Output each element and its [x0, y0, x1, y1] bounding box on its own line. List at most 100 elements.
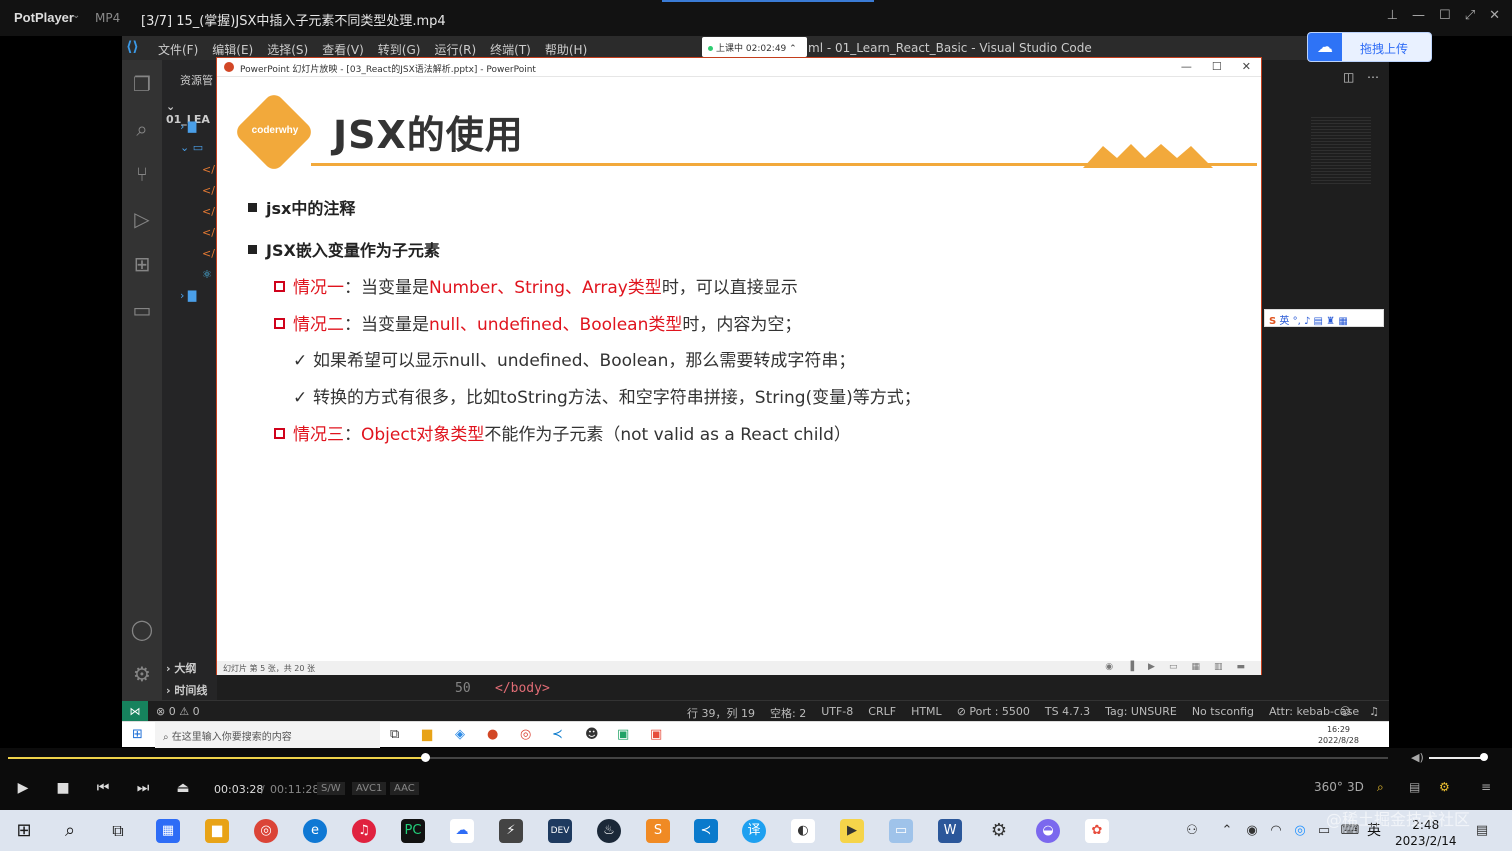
keyboard-icon[interactable]: ▤ — [1314, 316, 1323, 327]
feedback-icon[interactable]: ☺ — [1340, 705, 1351, 718]
search-icon[interactable]: ⌕ — [1377, 780, 1384, 795]
playlist-icon[interactable]: ▤ — [1409, 780, 1420, 794]
app-icon[interactable]: ▣ — [650, 727, 662, 742]
store-icon[interactable]: ▦ — [156, 819, 180, 843]
3d-icon[interactable]: 3D — [1347, 780, 1364, 794]
menu-goto[interactable]: 转到(G) — [378, 41, 421, 58]
close-icon[interactable]: ✕ — [1489, 8, 1500, 23]
menu-view[interactable]: 查看(V) — [322, 41, 364, 58]
menu-icon[interactable]: ≡ — [1481, 780, 1491, 794]
player-brand[interactable]: PotPlayer — [14, 10, 74, 25]
punctuation-icon[interactable]: °, — [1293, 316, 1301, 327]
powerpoint-icon[interactable]: ● — [487, 727, 498, 742]
minimize-icon[interactable]: — — [1412, 8, 1425, 23]
menu-file[interactable]: 文件(F) — [158, 41, 198, 58]
netease-music-icon[interactable]: ♫ — [352, 819, 376, 843]
pycharm-icon[interactable]: PC — [401, 819, 425, 843]
reading-view-icon[interactable]: ▥ — [1214, 662, 1223, 672]
pin-icon[interactable]: ⊥ — [1387, 8, 1398, 23]
settings-gear-icon[interactable]: ⚙ — [1439, 780, 1450, 794]
vscode-icon[interactable]: ≺ — [552, 727, 563, 742]
folder-icon[interactable]: ▆ — [422, 727, 432, 742]
translate-icon[interactable]: 译 — [742, 819, 766, 843]
app-icon[interactable]: ✿ — [1085, 819, 1109, 843]
seek-handle[interactable] — [420, 753, 430, 762]
app-icon[interactable]: ▣ — [617, 727, 629, 742]
previous-icon[interactable]: ◉ — [1105, 662, 1113, 672]
chrome-icon[interactable]: ◎ — [254, 819, 278, 843]
toolbox-icon[interactable]: ▦ — [1338, 316, 1347, 327]
tray-app-icon[interactable]: ◎ — [1288, 819, 1312, 843]
account-icon[interactable]: ◯ — [130, 617, 154, 641]
notes-icon[interactable]: ▐ — [1127, 662, 1134, 672]
slide[interactable]: coderwhy JSX的使用 jsx中的注释 JSX嵌入变量作为子元素 情况一… — [221, 78, 1257, 660]
previous-icon[interactable]: ⏮ — [94, 780, 112, 796]
status-ts-version[interactable]: TS 4.7.3 — [1045, 705, 1090, 721]
chevron-up-icon[interactable]: ⌃ — [789, 44, 797, 54]
menu-run[interactable]: 运行(R) — [434, 41, 476, 58]
edge-icon[interactable]: e — [303, 819, 327, 843]
player-title-bar[interactable]: PotPlayer ⌄ MP4 [3/7] 15_(掌握)JSX中插入子元素不同… — [0, 0, 1512, 36]
upload-button[interactable]: ☁ 拖拽上传 — [1307, 32, 1432, 62]
word-icon[interactable]: W — [938, 819, 962, 843]
explorer-icon[interactable]: ❐ — [130, 72, 154, 96]
app-icon[interactable]: ▭ — [889, 819, 913, 843]
menu-edit[interactable]: 编辑(E) — [212, 41, 253, 58]
folder-icon[interactable]: › ▇ — [180, 120, 196, 133]
timeline-section[interactable]: › 时间线 — [166, 682, 207, 698]
fullscreen-icon[interactable]: ⤢ — [1465, 8, 1475, 23]
next-icon[interactable]: ⏭ — [134, 780, 152, 796]
notifications-bell-icon[interactable]: ♫ — [1369, 705, 1379, 718]
task-view-icon[interactable]: ⧉ — [106, 819, 130, 843]
tray-app-icon[interactable]: ◉ — [1240, 819, 1264, 843]
search-icon[interactable]: ⌕ — [58, 819, 82, 843]
status-cursor-position[interactable]: 行 39，列 19 — [687, 705, 755, 721]
status-eol[interactable]: CRLF — [868, 705, 896, 721]
minimap[interactable] — [1311, 115, 1371, 185]
app-bolt-icon[interactable]: ⚡ — [499, 819, 523, 843]
volume-handle[interactable] — [1480, 753, 1488, 761]
vscode-icon[interactable]: ≺ — [694, 819, 718, 843]
baidu-netdisk-icon[interactable]: ☁ — [450, 819, 474, 843]
more-actions-icon[interactable]: ⋯ — [1367, 70, 1379, 84]
folder-open-icon[interactable]: ⌄ ▭ — [180, 141, 203, 154]
menu-terminal[interactable]: 终端(T) — [490, 41, 531, 58]
slideshow-view-icon[interactable]: ▬ — [1236, 662, 1245, 672]
eject-icon[interactable]: ⏏ — [174, 780, 192, 796]
search-icon[interactable]: ⌕ — [130, 117, 154, 141]
windows-start-icon[interactable]: ⊞ — [132, 727, 143, 742]
source-control-icon[interactable]: ⑂ — [130, 162, 154, 186]
sorter-view-icon[interactable]: ▦ — [1191, 662, 1200, 672]
maximize-icon[interactable]: ☐ — [1212, 60, 1222, 73]
microphone-icon[interactable]: ♪ — [1304, 316, 1310, 327]
extensions-icon[interactable]: ⊞ — [130, 252, 154, 276]
file-explorer-icon[interactable]: ▆ — [205, 819, 229, 843]
maximize-icon[interactable]: ☐ — [1439, 8, 1451, 23]
next-icon[interactable]: ▶ — [1148, 662, 1155, 672]
audio-codec-badge[interactable]: AAC — [390, 782, 419, 795]
status-port[interactable]: ⊘ Port : 5500 — [957, 705, 1030, 721]
sublime-icon[interactable]: S — [646, 819, 670, 843]
volume-icon[interactable]: ◀) — [1411, 751, 1424, 764]
windows-start-icon[interactable]: ⊞ — [12, 819, 36, 843]
menu-help[interactable]: 帮助(H) — [545, 41, 587, 58]
app-icon[interactable]: ◒ — [1036, 819, 1060, 843]
settings-gear-icon[interactable]: ⚙ — [130, 662, 154, 686]
settings-gear-icon[interactable]: ⚙ — [987, 819, 1011, 843]
chevron-up-icon[interactable]: ⌃ — [1215, 819, 1239, 843]
status-language[interactable]: HTML — [911, 705, 942, 721]
inner-clock[interactable]: 16:29 2022/8/28 — [1318, 724, 1359, 746]
play-icon[interactable]: ▶ — [14, 780, 32, 796]
app-icon[interactable]: ◐ — [791, 819, 815, 843]
minimize-icon[interactable]: — — [1181, 60, 1192, 73]
potplayer-icon[interactable]: ▶ — [840, 819, 864, 843]
chevron-down-icon[interactable]: ⌄ — [72, 10, 80, 21]
chrome-icon[interactable]: ◎ — [520, 727, 531, 742]
app-avatar-icon[interactable]: ☻ — [585, 727, 599, 742]
outline-section[interactable]: › 大纲 — [166, 660, 196, 676]
react-file-icon[interactable]: ⚛ — [202, 268, 212, 281]
menu-select[interactable]: 选择(S) — [267, 41, 308, 58]
editor-line[interactable]: 50 </body> — [217, 677, 1389, 700]
notification-center-icon[interactable]: ▤ — [1470, 819, 1494, 843]
steam-icon[interactable]: ♨ — [597, 819, 621, 843]
